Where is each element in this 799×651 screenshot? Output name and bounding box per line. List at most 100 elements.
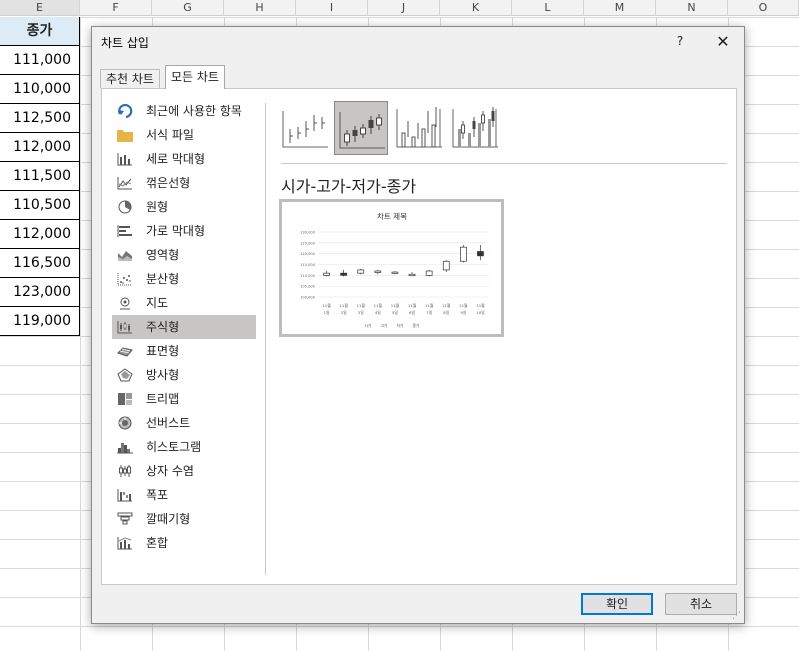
sheet-gridlines-left bbox=[0, 336, 80, 651]
cell-value[interactable]: 112,000 bbox=[0, 133, 80, 162]
y-tick-label: 100,000 bbox=[300, 296, 316, 300]
y-tick-label: 130,000 bbox=[300, 231, 316, 235]
category-label: 가로 막대형 bbox=[146, 224, 206, 238]
subtype-open-high-low-close[interactable] bbox=[334, 101, 388, 155]
ok-button[interactable]: 확인 bbox=[581, 593, 653, 615]
cell-value[interactable]: 112,000 bbox=[0, 220, 80, 249]
chart-title: 차트 제목 bbox=[377, 212, 407, 221]
category-label: 세로 막대형 bbox=[146, 152, 206, 166]
subtype-volume-high-low-close[interactable] bbox=[392, 101, 446, 155]
category-bar[interactable]: 가로 막대형 bbox=[112, 219, 256, 243]
column-header-o[interactable]: O bbox=[728, 0, 799, 16]
category-label: 혼합 bbox=[146, 536, 169, 550]
bar-chart-icon bbox=[117, 225, 132, 237]
category-label: 분산형 bbox=[146, 272, 180, 286]
column-header-k[interactable]: K bbox=[440, 0, 512, 16]
cell-value[interactable]: 111,500 bbox=[0, 162, 80, 191]
x-tick-label: 11월 bbox=[476, 303, 485, 308]
x-tick-label: 7일 bbox=[426, 310, 432, 315]
cell-value[interactable]: 110,000 bbox=[0, 75, 80, 104]
tab-all-charts[interactable]: 모든 차트 bbox=[165, 65, 225, 89]
category-surface[interactable]: 표면형 bbox=[112, 339, 256, 363]
category-treemap[interactable]: 트리맵 bbox=[112, 387, 256, 411]
category-radar[interactable]: 방사형 bbox=[112, 363, 256, 387]
treemap-icon bbox=[118, 393, 132, 405]
x-tick-label: 11월 bbox=[425, 303, 434, 308]
candle-body bbox=[357, 269, 365, 274]
category-stock[interactable]: 주식형 bbox=[112, 315, 256, 339]
cell-value[interactable]: 116,500 bbox=[0, 249, 80, 278]
legend-entry: 종가 bbox=[413, 323, 420, 328]
legend-entry: 고가 bbox=[381, 323, 388, 328]
cell-value[interactable]: 123,000 bbox=[0, 278, 80, 307]
category-label: 표면형 bbox=[146, 344, 180, 358]
column-header-n[interactable]: N bbox=[656, 0, 728, 16]
column-header-m[interactable]: M bbox=[584, 0, 656, 16]
column-header-g[interactable]: G bbox=[152, 0, 224, 16]
cell-value[interactable]: 110,500 bbox=[0, 191, 80, 220]
category-pie[interactable]: 원형 bbox=[112, 195, 256, 219]
x-tick-label: 11월 bbox=[374, 303, 383, 308]
cell-header-close-price[interactable]: 종가 bbox=[0, 17, 80, 46]
subtype-volume-open-high-low-close[interactable] bbox=[448, 101, 502, 155]
candle-body bbox=[323, 272, 330, 276]
legend-entry: 시가 bbox=[365, 323, 372, 328]
column-header-f[interactable]: F bbox=[80, 0, 152, 16]
x-tick-label: 11월 bbox=[357, 303, 366, 308]
category-scatter[interactable]: 분산형 bbox=[112, 267, 256, 291]
column-header-j[interactable]: J bbox=[368, 0, 440, 16]
x-tick-label: 11월 bbox=[391, 303, 400, 308]
category-map[interactable]: 지도 bbox=[112, 291, 256, 315]
category-waterfall[interactable]: 폭포 bbox=[112, 483, 256, 507]
line-chart-icon bbox=[117, 177, 132, 190]
tab-recommended-charts[interactable]: 추천 차트 bbox=[100, 69, 160, 88]
waterfall-icon bbox=[117, 489, 132, 502]
x-tick-label: 11월 bbox=[442, 303, 451, 308]
category-label: 선버스트 bbox=[146, 416, 191, 430]
category-box-whisker[interactable]: 상자 수염 bbox=[112, 459, 256, 483]
cell-value[interactable]: 119,000 bbox=[0, 307, 80, 336]
resize-grip-icon[interactable]: ⋰ bbox=[732, 611, 742, 621]
column-header-h[interactable]: H bbox=[224, 0, 296, 16]
dialog-title: 차트 삽입 bbox=[101, 36, 149, 50]
column-header-l[interactable]: L bbox=[512, 0, 584, 16]
column-header-i[interactable]: I bbox=[296, 0, 368, 16]
category-line[interactable]: 꺾은선형 bbox=[112, 171, 256, 195]
x-tick-label: 4일 bbox=[375, 310, 381, 315]
category-column[interactable]: 세로 막대형 bbox=[112, 147, 256, 171]
x-tick-label: 11월 bbox=[322, 303, 331, 308]
surface-chart-icon bbox=[117, 347, 133, 357]
category-combo[interactable]: 혼합 bbox=[112, 531, 256, 555]
cell-value[interactable]: 112,500 bbox=[0, 104, 80, 133]
panel-divider bbox=[265, 103, 266, 575]
category-recent[interactable]: 최근에 사용한 항목 bbox=[112, 99, 256, 123]
combo-chart-icon bbox=[117, 537, 132, 550]
cancel-button[interactable]: 취소 bbox=[665, 593, 737, 615]
candle-body bbox=[391, 271, 399, 274]
help-button[interactable]: ? bbox=[670, 31, 690, 51]
category-label: 상자 수염 bbox=[146, 464, 194, 478]
category-area[interactable]: 영역형 bbox=[112, 243, 256, 267]
column-header-e[interactable]: E bbox=[0, 0, 80, 16]
x-tick-label: 11월 bbox=[408, 303, 417, 308]
category-label: 지도 bbox=[146, 296, 169, 310]
radar-chart-icon bbox=[117, 368, 133, 382]
category-funnel[interactable]: 깔때기형 bbox=[112, 507, 256, 531]
category-sunburst[interactable]: 선버스트 bbox=[112, 411, 256, 435]
category-label: 폭포 bbox=[146, 488, 169, 502]
category-label: 트리맵 bbox=[146, 392, 180, 406]
candle-body bbox=[477, 251, 484, 257]
y-tick-label: 110,000 bbox=[300, 274, 316, 278]
y-tick-label: 120,000 bbox=[300, 252, 316, 256]
close-button[interactable]: ✕ bbox=[712, 31, 734, 53]
column-chart-icon bbox=[117, 153, 132, 166]
candle-body bbox=[425, 270, 433, 276]
selected-subtype-title: 시가-고가-저가-종가 bbox=[281, 177, 417, 196]
chart-preview[interactable]: 차트 제목 130,000 125,000 120,000 115,000 110,00… bbox=[279, 199, 504, 337]
category-templates[interactable]: 서식 파일 bbox=[112, 123, 256, 147]
subtype-high-low-close[interactable] bbox=[278, 101, 332, 155]
x-tick-label: 3일 bbox=[358, 310, 364, 315]
category-histogram[interactable]: 히스토그램 bbox=[112, 435, 256, 459]
candle-body bbox=[408, 273, 416, 277]
cell-value[interactable]: 111,000 bbox=[0, 46, 80, 75]
